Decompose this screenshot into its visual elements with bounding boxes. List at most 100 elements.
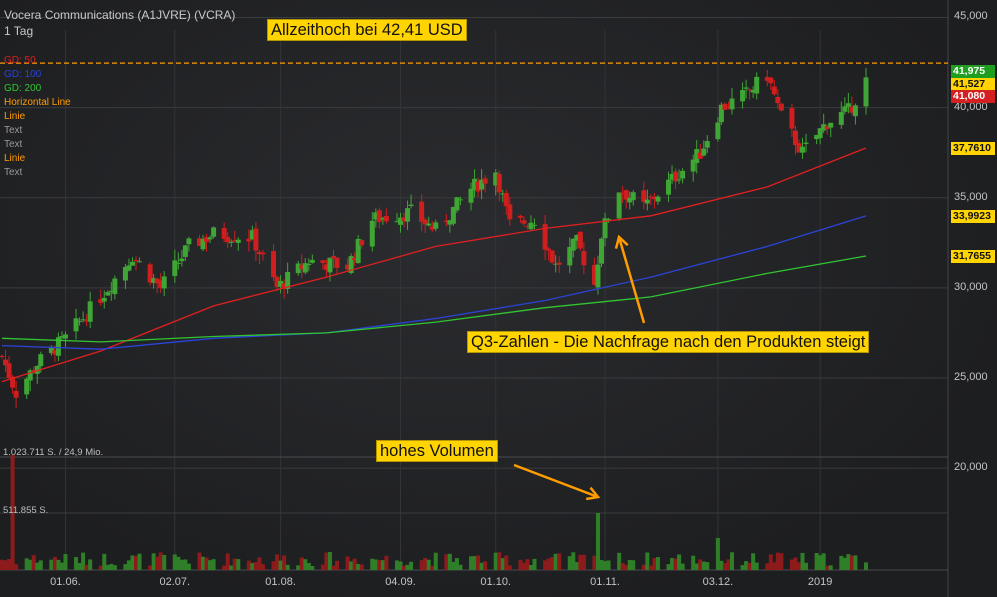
- candle-body: [644, 199, 650, 204]
- y-tick-label: 35,000: [954, 190, 988, 203]
- candle-body: [62, 334, 68, 339]
- volume-bar: [581, 554, 586, 570]
- volume-bar: [426, 559, 431, 570]
- volume-bar: [458, 564, 463, 570]
- volume-bar: [670, 558, 675, 570]
- volume-bar: [208, 560, 213, 570]
- legend-item[interactable]: Linie: [4, 152, 71, 166]
- volume-bar: [112, 565, 117, 570]
- volume-bar: [405, 564, 410, 570]
- candle-body: [253, 228, 259, 251]
- candle-body: [101, 297, 107, 302]
- volume-bar: [419, 560, 424, 570]
- volume-bar: [77, 562, 82, 570]
- volume-bar: [186, 563, 191, 570]
- volume-bar: [260, 564, 265, 570]
- legend-item[interactable]: Text: [4, 138, 71, 152]
- all-time-high-callout: Allzeithoch bei 42,41 USD: [267, 19, 467, 41]
- volume-bar: [176, 556, 181, 570]
- volume-bar: [624, 565, 629, 570]
- volume-bar: [409, 561, 414, 570]
- candle-body: [126, 265, 132, 271]
- volume-bar: [574, 562, 579, 570]
- candle-body: [383, 216, 389, 222]
- x-tick-label: 01.10.: [480, 576, 511, 588]
- candle-body: [271, 250, 277, 278]
- legend-item[interactable]: Linie: [4, 110, 71, 124]
- volume-bar: [518, 559, 523, 570]
- candle-body: [528, 222, 534, 230]
- volume-bar: [504, 555, 509, 570]
- volume-bar: [796, 562, 801, 570]
- volume-bar: [59, 562, 64, 570]
- candle-body: [133, 260, 139, 262]
- candle-body: [775, 97, 781, 104]
- legend-item[interactable]: Text: [4, 124, 71, 138]
- candle-body: [496, 173, 502, 193]
- volume-bar: [296, 565, 301, 570]
- volume-bar: [377, 559, 382, 570]
- volume-bar: [320, 564, 325, 570]
- volume-bar: [306, 562, 311, 570]
- volume-bar: [821, 553, 826, 570]
- y-tick-label: 30,000: [954, 280, 988, 293]
- volume-bar: [0, 559, 4, 570]
- volume-bar: [246, 560, 251, 570]
- volume-bar: [3, 560, 8, 570]
- legend-item[interactable]: Horizontal Line: [4, 96, 71, 110]
- moving-average-line: [1, 255, 867, 343]
- candle-body: [369, 220, 375, 247]
- candle-body: [87, 301, 93, 322]
- candle-body: [517, 215, 523, 218]
- candle-body: [556, 262, 562, 265]
- volume-bar: [137, 553, 142, 570]
- candle-body: [771, 86, 777, 95]
- volume-bar: [299, 557, 304, 570]
- volume-bar: [578, 554, 583, 570]
- x-tick-label: 01.11.: [590, 576, 620, 588]
- candle-body: [655, 196, 661, 202]
- candle-body: [704, 141, 710, 148]
- high-volume-callout: hohes Volumen: [376, 440, 498, 462]
- volume-bar: [324, 552, 329, 570]
- volume-bar: [606, 560, 611, 570]
- legend-item[interactable]: Text: [4, 166, 71, 180]
- candle-body: [715, 122, 721, 140]
- volume-bar: [521, 562, 526, 570]
- x-tick-label: 2019: [807, 576, 833, 588]
- volume-bar: [500, 558, 505, 570]
- candle-body: [546, 248, 552, 251]
- price-tag: 41,080: [951, 90, 995, 103]
- volume-bar: [105, 564, 110, 570]
- volume-bar: [236, 559, 241, 570]
- candle-body: [105, 292, 111, 296]
- volume-bar: [532, 558, 537, 570]
- candle-body: [334, 257, 340, 268]
- volume-bar: [472, 556, 477, 570]
- candle-body: [161, 276, 167, 289]
- volume-bar: [402, 565, 407, 570]
- legend-item[interactable]: GD: 50: [4, 54, 71, 68]
- volume-bar: [179, 559, 184, 570]
- candle-body: [852, 105, 858, 117]
- volume-bar: [849, 555, 854, 570]
- candle-body: [225, 237, 231, 243]
- volume-bar: [331, 565, 336, 570]
- candle-body: [581, 251, 587, 266]
- volume-bar: [571, 552, 576, 570]
- price-chart: [0, 0, 949, 597]
- volume-bar: [384, 555, 389, 570]
- volume-bar: [507, 565, 512, 570]
- moving-average-line: [1, 215, 867, 350]
- legend-item[interactable]: GD: 200: [4, 82, 71, 96]
- volume-bar: [24, 558, 29, 570]
- volume-mid-label: 511.855 S.: [3, 505, 49, 516]
- volume-bar: [327, 552, 332, 570]
- legend-item[interactable]: GD: 100: [4, 68, 71, 82]
- candle-body: [838, 112, 844, 125]
- candle-body: [6, 363, 12, 378]
- volume-bar: [719, 560, 724, 570]
- candle-body: [800, 146, 806, 153]
- candle-body: [599, 238, 605, 264]
- price-tag: 41,975: [951, 65, 995, 78]
